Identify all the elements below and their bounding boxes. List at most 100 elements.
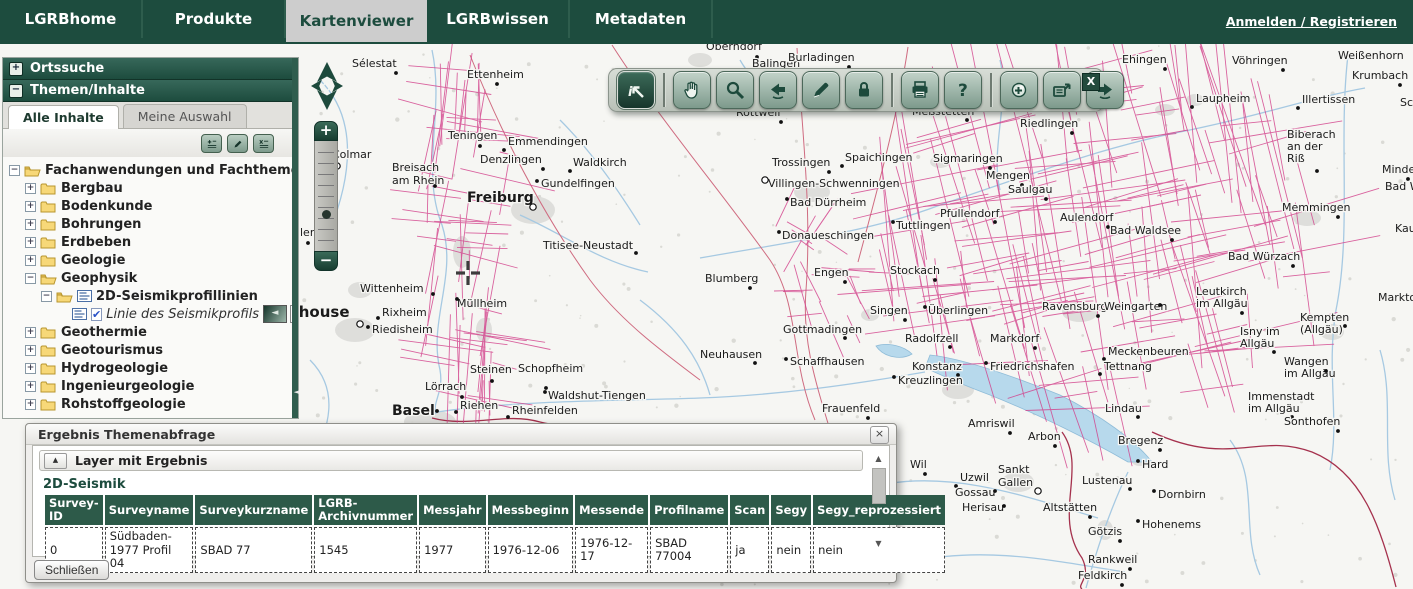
tree-item-label: Rohstoffgeologie — [61, 397, 186, 412]
column-header[interactable]: Messjahr — [419, 495, 486, 525]
expand-icon[interactable]: + — [25, 381, 36, 392]
scrollbar-thumb[interactable] — [872, 468, 886, 504]
zoom-slider-knob[interactable] — [322, 210, 331, 219]
section-collapse-button[interactable]: ▲ — [44, 453, 67, 469]
zoom-tool-button[interactable] — [716, 71, 754, 109]
column-header[interactable]: Messbeginn — [488, 495, 574, 525]
print-button[interactable] — [901, 71, 939, 109]
tree-item-2d-seismikprofillinien[interactable]: −2D-Seismikprofillinien — [9, 287, 292, 305]
map-label: Aulendorf — [1060, 211, 1115, 224]
column-header[interactable]: Segy — [771, 495, 811, 525]
sidebar-collapse-handle[interactable]: ◄ — [292, 58, 298, 418]
nav-tab-produkte[interactable]: Produkte — [143, 0, 286, 38]
column-header[interactable]: Scan — [730, 495, 769, 525]
tree-item-rohstoffgeologie[interactable]: + Rohstoffgeologie — [9, 395, 292, 413]
expand-icon[interactable]: + — [25, 183, 36, 194]
folder-icon — [40, 344, 57, 357]
map-label: Ravensburg — [1042, 300, 1107, 313]
tree-item-linie-des-seismikprofils[interactable]: ✔Linie des Seismikprofils◄ — [9, 305, 292, 323]
add-overview-button[interactable] — [1000, 71, 1038, 109]
nav-tab-lgrbhome[interactable]: LGRBhome — [0, 0, 143, 38]
map-label: Laupheim — [1196, 92, 1250, 105]
column-header[interactable]: Profilname — [650, 495, 728, 525]
edit-selection-button[interactable] — [227, 134, 248, 153]
identify-tool-button[interactable]: i — [617, 71, 655, 109]
column-header[interactable]: Messende — [575, 495, 648, 525]
nav-tab-metadaten[interactable]: Metadaten — [570, 0, 713, 38]
previous-extent-button[interactable] — [759, 71, 797, 109]
zoom-slider-track[interactable] — [314, 141, 338, 251]
plus-list-icon — [205, 137, 219, 151]
expand-icon[interactable]: + — [25, 399, 36, 410]
layer-result-section-header[interactable]: ▲ Layer mit Ergebnis — [39, 450, 863, 471]
map-label: Blumberg — [705, 272, 758, 285]
expand-icon[interactable]: + — [25, 327, 36, 338]
globe-plus-icon — [1007, 78, 1031, 102]
tree-item-bodenkunde[interactable]: +Bodenkunde — [9, 197, 292, 215]
tree-item-hydrogeologie[interactable]: +Hydrogeologie — [9, 359, 292, 377]
tree-item-erdbeben[interactable]: +Erdbeben — [9, 233, 292, 251]
zoom-in-button[interactable]: + — [314, 121, 338, 141]
results-close-icon[interactable]: × — [870, 426, 889, 444]
collapse-icon[interactable]: − — [41, 291, 52, 302]
results-titlebar[interactable]: Ergebnis Themenabfrage × — [26, 424, 896, 445]
zoom-out-button[interactable]: − — [314, 251, 338, 271]
panel-header-ortssuche[interactable]: + Ortssuche — [3, 58, 298, 80]
tree-item-ingenieurgeologie[interactable]: +Ingenieurgeologie — [9, 377, 292, 395]
expand-icon[interactable]: + — [25, 201, 36, 212]
column-header[interactable]: Surveykurzname — [195, 495, 312, 525]
map-label: Mindelheim — [1382, 163, 1413, 176]
nav-tab-lgrbwissen[interactable]: LGRBwissen — [427, 0, 570, 38]
tree-item-fachanwendungen-und-fachthemen[interactable]: − Fachanwendungen und Fachthemen — [9, 161, 292, 179]
expand-icon[interactable]: + — [25, 219, 36, 230]
map-label: Engen — [814, 266, 849, 279]
content-tab-alle-inhalte[interactable]: Alle Inhalte — [8, 105, 119, 129]
collapse-icon[interactable]: − — [9, 84, 23, 98]
expand-icon[interactable]: + — [25, 237, 36, 248]
export-window-button[interactable] — [1043, 71, 1081, 109]
scroll-up-icon[interactable]: ▲ — [871, 452, 886, 465]
column-header[interactable]: LGRB-Archivnummer — [314, 495, 417, 525]
tree-item-geophysik[interactable]: −Geophysik — [9, 269, 292, 287]
expand-all-button[interactable] — [201, 134, 222, 153]
toolbar-close-button[interactable]: X — [1082, 73, 1100, 91]
expand-icon[interactable]: + — [25, 255, 36, 266]
results-scrollbar[interactable]: ▲ ▼ — [871, 452, 886, 550]
collapse-icon[interactable]: − — [25, 273, 36, 284]
expand-icon[interactable]: + — [25, 345, 36, 356]
folder-icon — [40, 182, 57, 195]
pan-tool-button[interactable] — [673, 71, 711, 109]
tree-item-label: Fachanwendungen und Fachthemen — [45, 163, 292, 178]
scroll-down-icon[interactable]: ▼ — [871, 537, 886, 550]
map-label: im Allgäu — [1196, 297, 1248, 310]
map-label: Teningen — [447, 129, 497, 142]
collapse-all-button[interactable] — [253, 134, 274, 153]
close-results-button[interactable]: Schließen — [34, 560, 109, 580]
expand-icon[interactable]: + — [9, 62, 23, 76]
panel-header-themen[interactable]: − Themen/Inhalte — [3, 80, 298, 102]
login-register-link[interactable]: Anmelden / Registrieren — [1226, 14, 1397, 29]
draw-measure-button[interactable] — [802, 71, 840, 109]
column-header[interactable]: Survey-ID — [45, 495, 103, 525]
map-label: Lörrach — [425, 380, 466, 393]
column-header[interactable]: Surveyname — [105, 495, 194, 525]
map-label: Neuhausen — [700, 348, 762, 361]
map-label: Bad Dürrheim — [790, 196, 866, 209]
tree-item-bohrungen[interactable]: +Bohrungen — [9, 215, 292, 233]
magnifier-icon — [723, 78, 747, 102]
layer-checkbox[interactable]: ✔ — [91, 308, 102, 321]
expand-icon[interactable]: + — [25, 363, 36, 374]
content-tab-meine-auswahl[interactable]: Meine Auswahl — [123, 104, 247, 128]
collapse-icon[interactable]: − — [9, 165, 20, 176]
zoom-to-layer-button[interactable]: ◄ — [263, 305, 287, 323]
session-lock-button[interactable] — [845, 71, 883, 109]
tree-item-bergbau[interactable]: +Bergbau — [9, 179, 292, 197]
tree-item-geotourismus[interactable]: +Geotourismus — [9, 341, 292, 359]
tree-item-geologie[interactable]: +Geologie — [9, 251, 292, 269]
tree-item-geothermie[interactable]: +Geothermie — [9, 323, 292, 341]
help-button[interactable]: ? — [944, 71, 982, 109]
nav-tab-kartenviewer[interactable]: Kartenviewer — [286, 0, 427, 42]
zoom-slider[interactable]: + − — [314, 121, 338, 271]
toolbar-buttons: i? — [617, 71, 1129, 109]
map-pan-compass[interactable] — [305, 58, 349, 114]
